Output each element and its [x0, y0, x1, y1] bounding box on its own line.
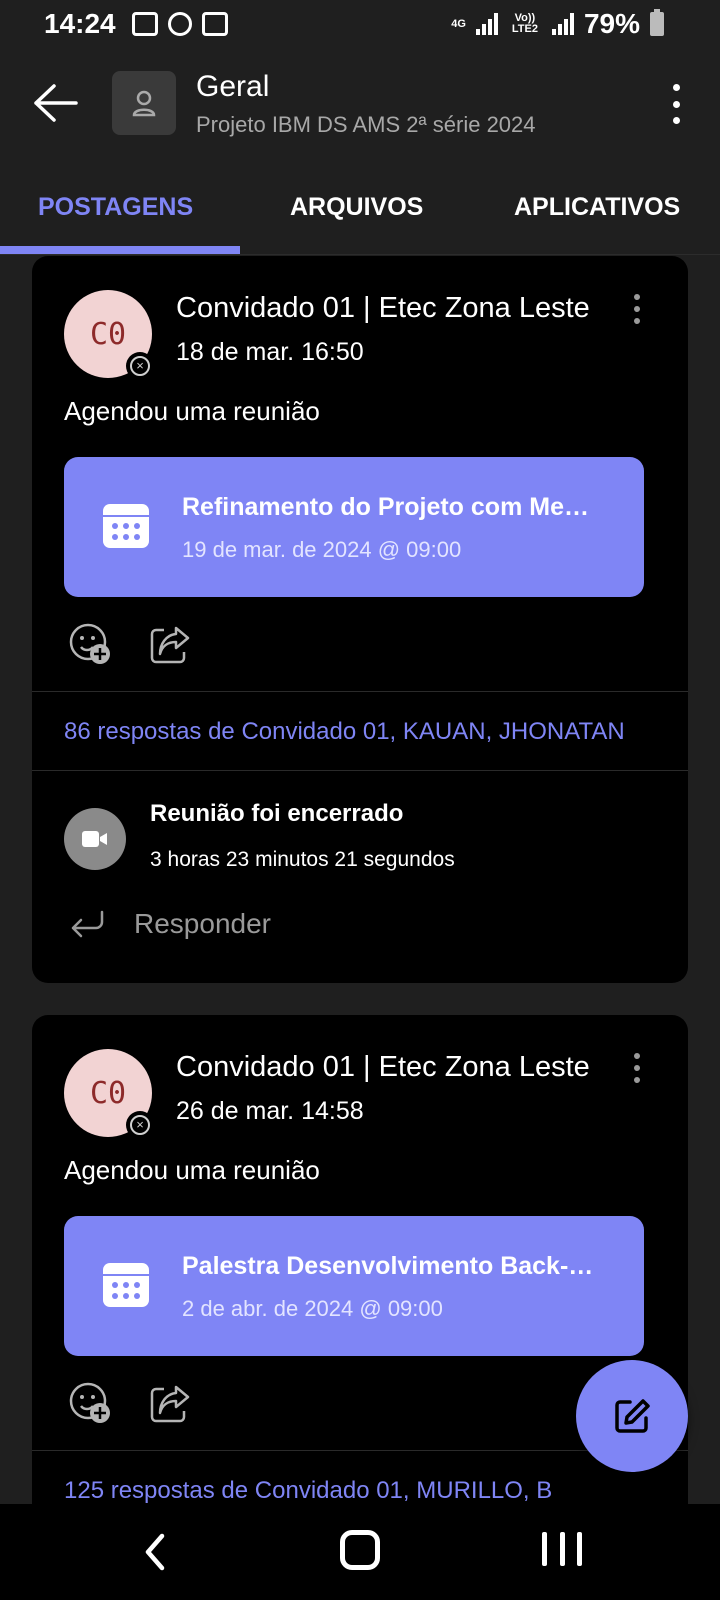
team-name: Projeto IBM DS AMS 2ª série 2024	[196, 112, 536, 137]
compose-icon	[615, 1399, 650, 1433]
system-nav-bar	[0, 1504, 720, 1600]
post-author: Convidado 01 | Etec Zona Leste	[176, 1051, 590, 1083]
meeting-title: Refinamento do Projeto com Mentores	[182, 493, 602, 521]
presence-offline-icon: ×	[126, 1111, 154, 1139]
post-date: 18 de mar. 16:50	[176, 338, 364, 366]
alarm-icon	[202, 12, 228, 36]
tab-aplicativos[interactable]: APLICATIVOS	[514, 193, 680, 222]
more-vertical-icon	[634, 1053, 640, 1059]
call-ended-title: Reunião foi encerrado	[150, 800, 404, 827]
meeting-card[interactable]: Palestra Desenvolvimento Back-end 2 de a…	[64, 1216, 644, 1356]
tab-arquivos[interactable]: ARQUIVOS	[290, 193, 423, 222]
channel-title: Geral	[196, 70, 270, 103]
calendar-icon	[103, 504, 149, 548]
status-bar: 14:24 4G Vo)) LTE2 79%	[0, 0, 720, 50]
replies-link[interactable]: 86 respostas de Convidado 01, KAUAN, JHO…	[64, 718, 644, 746]
post-date: 26 de mar. 14:58	[176, 1097, 364, 1125]
status-time: 14:24	[44, 8, 116, 39]
meeting-date: 2 de abr. de 2024 @ 09:00	[182, 1296, 443, 1321]
arrow-left-icon	[34, 84, 78, 122]
network-type: 4G	[451, 17, 466, 30]
signal-icon-2	[551, 13, 574, 35]
voicemail-icon	[132, 12, 158, 36]
add-reaction-icon[interactable]	[68, 622, 112, 666]
new-post-button[interactable]	[576, 1360, 688, 1472]
system-status: 4G Vo)) LTE2 79%	[451, 8, 664, 40]
channel-avatar[interactable]	[112, 71, 176, 135]
person-icon	[132, 90, 156, 117]
signal-icon	[475, 13, 498, 35]
share-icon[interactable]	[148, 622, 192, 666]
divider	[32, 691, 688, 692]
meeting-date: 19 de mar. de 2024 @ 09:00	[182, 537, 462, 562]
post-author: Convidado 01 | Etec Zona Leste	[176, 292, 590, 324]
post-text: Agendou uma reunião	[64, 1155, 320, 1185]
post-more-button[interactable]	[632, 294, 642, 324]
battery-percent: 79%	[583, 8, 640, 39]
reply-button[interactable]: Responder	[134, 908, 271, 940]
meeting-card[interactable]: Refinamento do Projeto com Mentores 19 d…	[64, 457, 644, 597]
calendar-icon	[103, 1263, 149, 1307]
tab-indicator	[0, 246, 240, 254]
posts-feed[interactable]: C0 × Convidado 01 | Etec Zona Leste 18 d…	[0, 256, 720, 1504]
nav-recents-icon[interactable]	[542, 1532, 582, 1572]
post-card: C0 × Convidado 01 | Etec Zona Leste 18 d…	[32, 256, 688, 983]
video-camera-icon	[82, 831, 107, 847]
nav-back-icon[interactable]	[134, 1530, 178, 1574]
back-button[interactable]	[26, 74, 84, 132]
nav-home-icon[interactable]	[340, 1530, 380, 1570]
tab-postagens[interactable]: POSTAGENS	[38, 193, 193, 222]
app-header: Geral Projeto IBM DS AMS 2ª série 2024	[0, 50, 720, 175]
battery-icon	[650, 9, 664, 36]
more-vertical-icon	[634, 294, 640, 300]
post-more-button[interactable]	[632, 1053, 642, 1083]
replies-link[interactable]: 125 respostas de Convidado 01, MURILLO, …	[64, 1477, 644, 1504]
more-vertical-icon	[672, 84, 680, 91]
reply-icon[interactable]	[68, 910, 106, 940]
divider	[32, 770, 688, 771]
volte-label: Vo)) LTE2	[511, 12, 538, 35]
media-icon	[168, 12, 192, 36]
notification-icons	[132, 12, 228, 36]
call-avatar	[64, 808, 126, 870]
add-reaction-icon[interactable]	[68, 1381, 112, 1425]
tab-bar: POSTAGENS ARQUIVOS APLICATIVOS	[0, 175, 720, 255]
call-duration: 3 horas 23 minutos 21 segundos	[150, 848, 455, 871]
share-icon[interactable]	[148, 1381, 192, 1425]
post-text: Agendou uma reunião	[64, 396, 320, 426]
presence-offline-icon: ×	[126, 352, 154, 380]
more-options-button[interactable]	[668, 84, 684, 124]
meeting-title: Palestra Desenvolvimento Back-end	[182, 1252, 602, 1280]
